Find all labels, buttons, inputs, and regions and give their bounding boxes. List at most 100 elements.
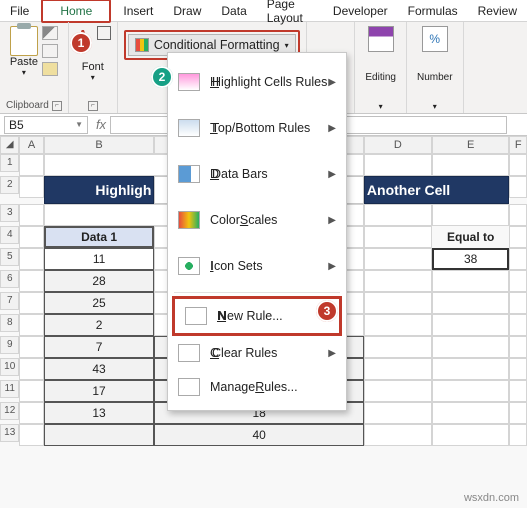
row-head[interactable]: 7	[0, 292, 19, 310]
cell[interactable]	[364, 154, 432, 176]
cell[interactable]	[19, 424, 43, 446]
cell[interactable]	[509, 176, 527, 198]
cell[interactable]	[364, 336, 432, 358]
border-icon[interactable]	[97, 26, 111, 40]
data2-cell[interactable]: 40	[154, 424, 364, 446]
cell[interactable]	[364, 380, 432, 402]
cell[interactable]	[432, 380, 510, 402]
cell[interactable]	[19, 358, 43, 380]
cell[interactable]	[509, 314, 527, 336]
data1-cell[interactable]: 25	[44, 292, 155, 314]
row-head[interactable]: 4	[0, 226, 19, 244]
cell[interactable]	[364, 314, 432, 336]
data1-cell[interactable]: 11	[44, 248, 155, 270]
cell[interactable]	[509, 204, 527, 226]
cell[interactable]	[364, 248, 432, 270]
row-head[interactable]: 9	[0, 336, 19, 354]
tab-data[interactable]: Data	[211, 2, 256, 20]
row-head[interactable]: 8	[0, 314, 19, 332]
data1-cell[interactable]: 7	[44, 336, 155, 358]
tab-draw[interactable]: Draw	[163, 2, 211, 20]
cell[interactable]	[364, 402, 432, 424]
row-head[interactable]: 13	[0, 424, 19, 442]
cell[interactable]	[19, 270, 43, 292]
cell[interactable]	[364, 292, 432, 314]
cell[interactable]	[509, 292, 527, 314]
menu-color-scales[interactable]: Color SColor Scalescales▶	[168, 197, 346, 243]
col-head-F[interactable]: F	[509, 136, 527, 154]
cell[interactable]	[19, 402, 43, 424]
cell[interactable]	[19, 226, 43, 248]
cell[interactable]	[19, 176, 43, 198]
cell[interactable]	[509, 336, 527, 358]
dialog-launcher-icon[interactable]: ⌐	[52, 101, 62, 111]
cut-icon[interactable]	[42, 26, 58, 40]
cell[interactable]	[364, 358, 432, 380]
row-head[interactable]: 11	[0, 380, 19, 398]
data1-cell[interactable]: 17	[44, 380, 155, 402]
row-head[interactable]: 1	[0, 154, 19, 172]
menu-top-bottom-rules[interactable]: TTop/Bottom Rules▶	[168, 105, 346, 151]
tab-formulas[interactable]: Formulas	[398, 2, 468, 20]
cell[interactable]	[364, 204, 432, 226]
menu-manage-rules[interactable]: Manage RManage Rules...ules...	[168, 370, 346, 404]
cell[interactable]	[364, 226, 432, 248]
data1-cell[interactable]: 13	[44, 402, 155, 424]
cell[interactable]	[509, 226, 527, 248]
fx-icon[interactable]: fx	[92, 117, 110, 132]
name-box[interactable]: B5 ▼	[4, 116, 88, 134]
group-editing[interactable]: Editing ▾	[355, 22, 407, 113]
cell[interactable]	[432, 402, 510, 424]
cell[interactable]	[19, 154, 43, 176]
data1-cell[interactable]	[44, 424, 155, 446]
paste-button[interactable]: Paste ▾	[10, 26, 38, 77]
cell[interactable]	[19, 248, 43, 270]
group-number[interactable]: % Number ▾	[407, 22, 464, 113]
cell[interactable]	[432, 154, 510, 176]
tab-home[interactable]: Home	[50, 2, 102, 20]
col-head-E[interactable]: E	[432, 136, 510, 154]
cell[interactable]	[19, 314, 43, 336]
header-data1[interactable]: Data 1	[44, 226, 155, 248]
row-head[interactable]: 12	[0, 402, 19, 420]
cell[interactable]	[432, 424, 510, 446]
row-head[interactable]: 5	[0, 248, 19, 266]
col-head-D[interactable]: D	[364, 136, 432, 154]
menu-data-bars[interactable]: DData Bars▶	[168, 151, 346, 197]
cell[interactable]	[509, 380, 527, 402]
cell[interactable]	[432, 270, 510, 292]
data1-cell[interactable]: 2	[44, 314, 155, 336]
row-head[interactable]: 6	[0, 270, 19, 288]
data1-cell[interactable]: 43	[44, 358, 155, 380]
col-head-A[interactable]: A	[19, 136, 43, 154]
cell[interactable]	[432, 336, 510, 358]
menu-clear-rules[interactable]: CClear Rules▶	[168, 336, 346, 370]
format-painter-icon[interactable]	[42, 62, 58, 76]
cell[interactable]	[432, 204, 510, 226]
tab-review[interactable]: Review	[468, 2, 527, 20]
select-all-corner[interactable]: ◢	[0, 136, 19, 154]
row-head[interactable]: 3	[0, 204, 19, 222]
cell[interactable]	[432, 314, 510, 336]
equal-to-value[interactable]: 38	[432, 248, 510, 270]
tab-insert[interactable]: Insert	[113, 2, 163, 20]
cell[interactable]	[364, 424, 432, 446]
menu-icon-sets[interactable]: IIcon Sets▶	[168, 243, 346, 289]
cell[interactable]	[19, 204, 43, 226]
cell[interactable]	[509, 154, 527, 176]
row-head[interactable]: 2	[0, 176, 19, 194]
cell[interactable]	[432, 292, 510, 314]
menu-highlight-cells-rules[interactable]: HHighlight Cells Rules▶	[168, 59, 346, 105]
data1-cell[interactable]: 28	[44, 270, 155, 292]
cell[interactable]	[509, 424, 527, 446]
font-button[interactable]: Font ▾	[82, 61, 104, 82]
row-head[interactable]: 10	[0, 358, 19, 376]
tab-file[interactable]: File	[0, 2, 39, 20]
copy-icon[interactable]	[42, 44, 58, 58]
cell[interactable]	[509, 402, 527, 424]
dialog-launcher-icon[interactable]: ⌐	[88, 101, 98, 111]
cell[interactable]	[432, 358, 510, 380]
cell[interactable]	[509, 248, 527, 270]
cell[interactable]	[364, 270, 432, 292]
tab-developer[interactable]: Developer	[323, 2, 398, 20]
